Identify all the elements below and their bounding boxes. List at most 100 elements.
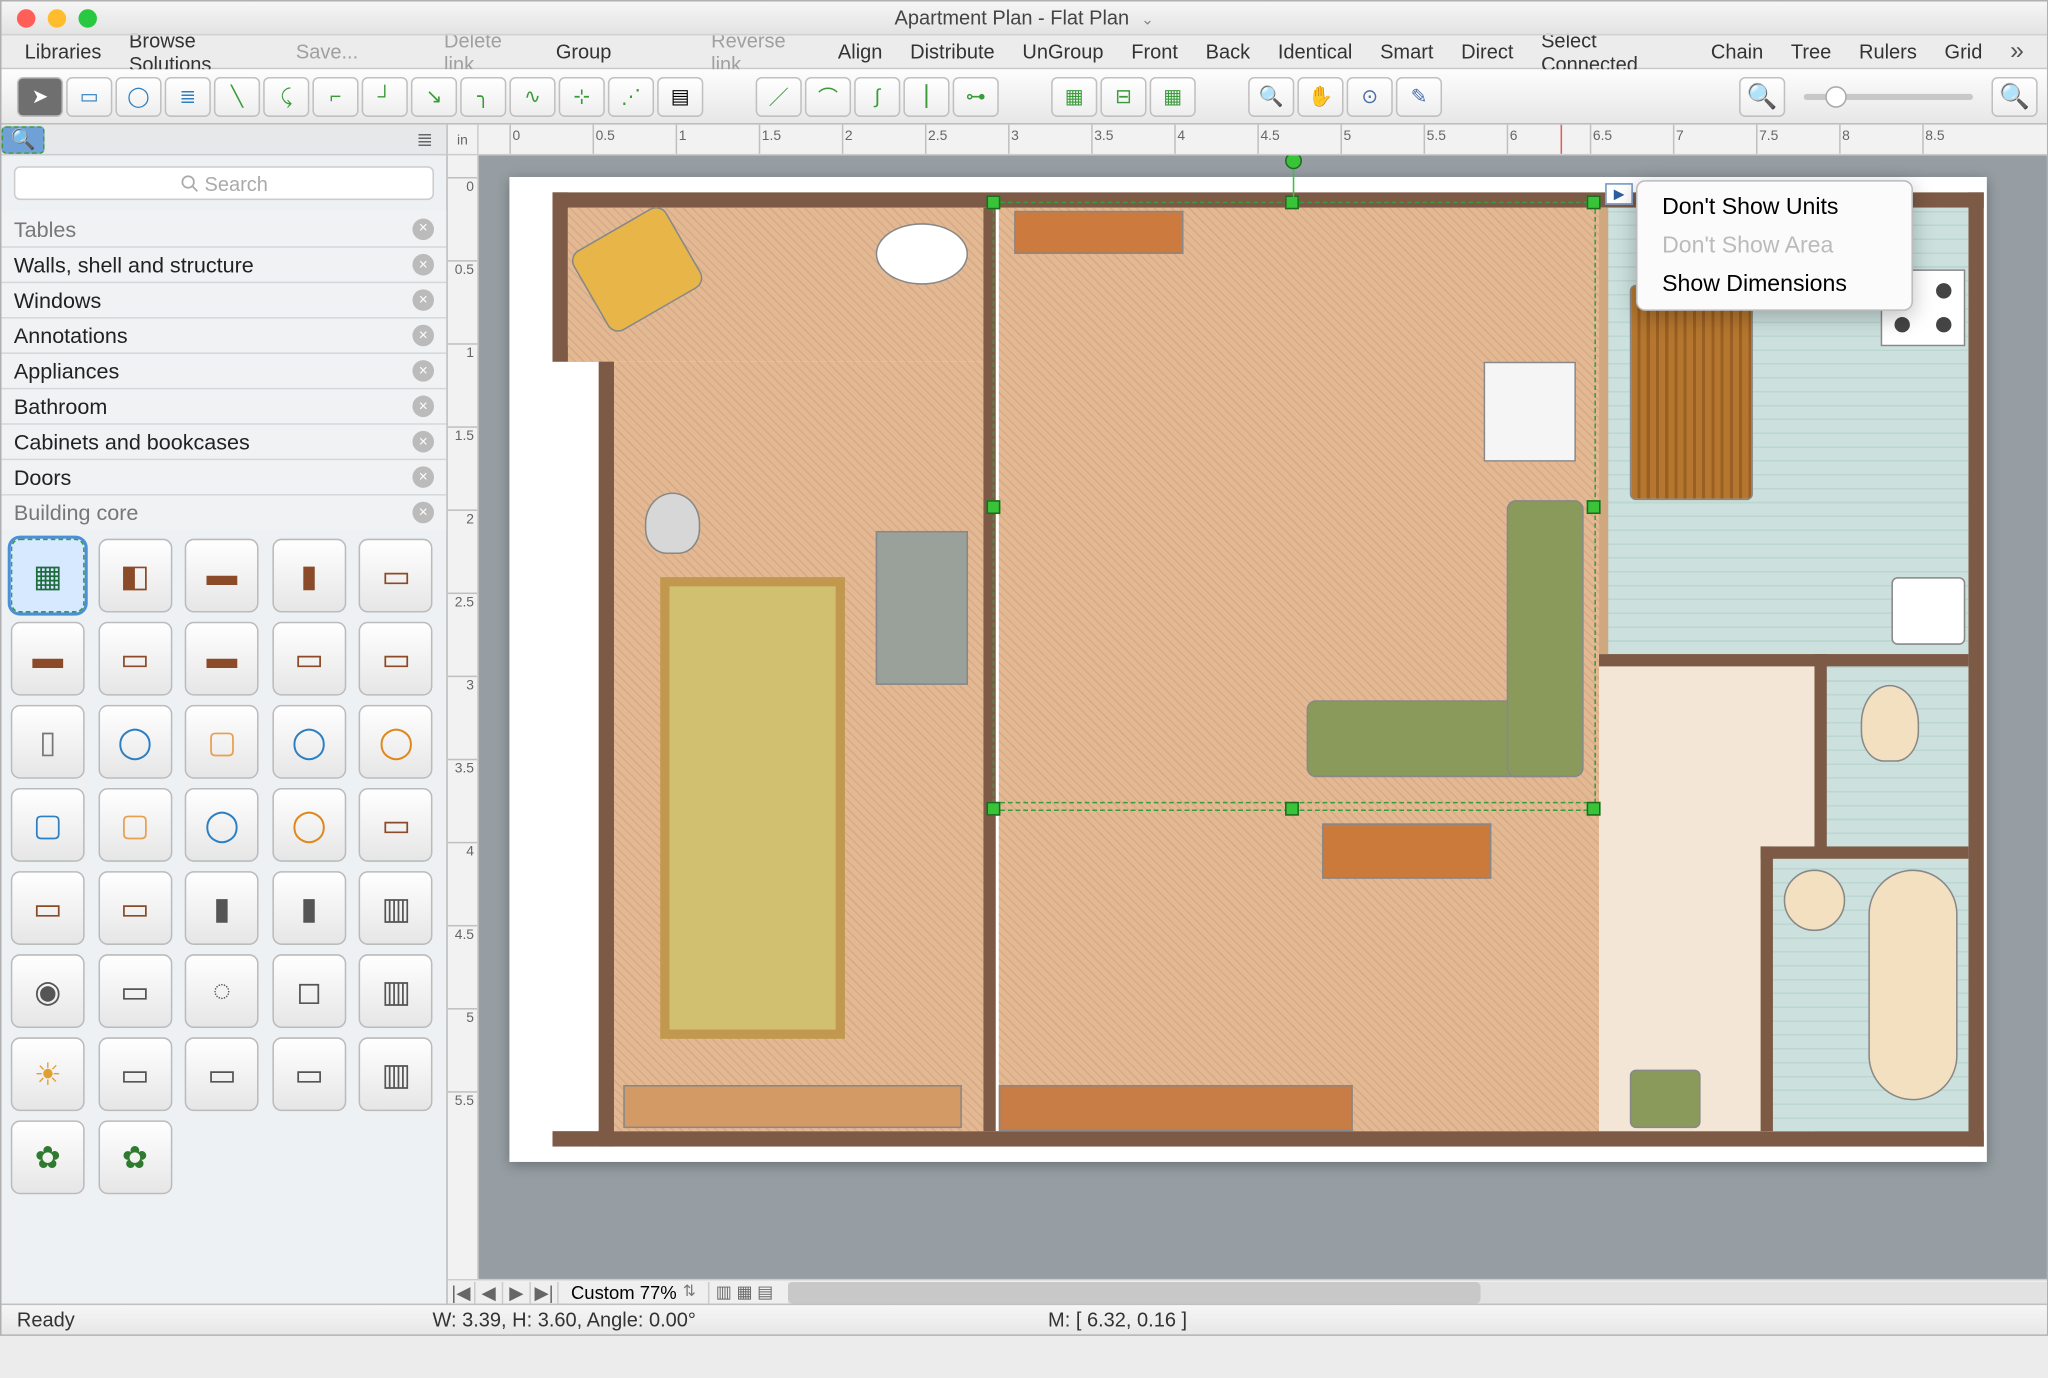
selection-handle[interactable] xyxy=(1285,195,1299,209)
conn-7[interactable]: ∿ xyxy=(509,76,555,116)
library-row[interactable]: Annotations× xyxy=(2,317,447,352)
next-page-button[interactable]: ▶ xyxy=(503,1281,531,1303)
menu-direct[interactable]: Direct xyxy=(1447,40,1527,63)
kitchen-sink[interactable] xyxy=(1891,577,1965,645)
close-icon[interactable]: × xyxy=(412,325,434,347)
rug[interactable] xyxy=(660,577,845,1039)
wall[interactable] xyxy=(599,346,614,1146)
selection-handle[interactable] xyxy=(1587,802,1601,816)
menu-item-dont-show-units[interactable]: Don't Show Units xyxy=(1637,188,1911,226)
horizontal-ruler[interactable]: 00.511.522.533.544.555.566.577.588.5 xyxy=(479,125,2047,154)
zoom-slider[interactable] xyxy=(1804,93,1973,99)
conn-3[interactable]: ⌐ xyxy=(312,76,358,116)
menu-distribute[interactable]: Distribute xyxy=(896,40,1008,63)
vertical-ruler[interactable]: 00.511.522.533.544.555.5 xyxy=(448,155,479,1278)
palette-item[interactable]: ▦ xyxy=(11,539,85,613)
palette-item[interactable]: ◯ xyxy=(98,705,172,779)
zoom-readout[interactable]: Custom 77% ⇅ xyxy=(559,1281,710,1303)
palette-item[interactable]: ▢ xyxy=(185,705,259,779)
dining-table[interactable] xyxy=(1630,285,1753,500)
branch-tool[interactable]: ⊶ xyxy=(953,76,999,116)
last-page-button[interactable]: ▶| xyxy=(531,1281,559,1303)
menu-chain[interactable]: Chain xyxy=(1697,40,1777,63)
zoom-btn[interactable]: 🔍 xyxy=(1248,76,1294,116)
library-row[interactable]: Doors× xyxy=(2,459,447,494)
wall[interactable] xyxy=(553,192,568,361)
close-icon[interactable]: × xyxy=(412,360,434,382)
view-mode-icons[interactable]: ▥ ▦ ▤ xyxy=(710,1282,780,1302)
align-btn[interactable]: ▦ xyxy=(1150,76,1196,116)
palette-item[interactable]: ▢ xyxy=(98,788,172,862)
smart-tag-button[interactable]: ▶ xyxy=(1605,183,1633,205)
palette-item[interactable]: ▥ xyxy=(359,954,433,1028)
bathroom-sink[interactable] xyxy=(1784,870,1846,932)
selection-handle[interactable] xyxy=(986,195,1000,209)
close-icon[interactable]: × xyxy=(412,502,434,524)
palette-item[interactable]: ▮ xyxy=(185,871,259,945)
pan-btn[interactable]: ✋ xyxy=(1297,76,1343,116)
palette-item[interactable]: ◧ xyxy=(98,539,172,613)
palette-item[interactable]: ◯ xyxy=(185,788,259,862)
palette-item[interactable]: ◻ xyxy=(272,954,346,1028)
group-btn[interactable]: ▦ xyxy=(1051,76,1097,116)
conn-8[interactable]: ⊹ xyxy=(559,76,605,116)
search-toggle-icon[interactable]: 🔍 xyxy=(2,125,45,153)
menu-back[interactable]: Back xyxy=(1192,40,1264,63)
conn-2[interactable]: ⤹ xyxy=(263,76,309,116)
close-icon[interactable]: × xyxy=(412,431,434,453)
first-page-button[interactable]: |◀ xyxy=(448,1281,476,1303)
palette-item[interactable]: ▭ xyxy=(11,871,85,945)
zoom-window-button[interactable] xyxy=(78,8,96,26)
viewport[interactable]: ▶ Don't Show Units Don't Show Area Show … xyxy=(479,155,2047,1278)
bathtub[interactable] xyxy=(1868,870,1957,1101)
library-row[interactable]: Walls, shell and structure× xyxy=(2,246,447,281)
wall[interactable] xyxy=(1968,192,1983,1146)
menu-smart[interactable]: Smart xyxy=(1366,40,1447,63)
overflow-icon[interactable]: » xyxy=(1996,38,2037,66)
sink-oval[interactable] xyxy=(876,223,968,285)
palette-item[interactable]: ▯ xyxy=(11,705,85,779)
palette-item[interactable]: ✿ xyxy=(11,1120,85,1194)
menu-ungroup[interactable]: UnGroup xyxy=(1009,40,1118,63)
menu-rulers[interactable]: Rulers xyxy=(1845,40,1931,63)
wall[interactable] xyxy=(1599,654,1968,666)
menu-item-show-dimensions[interactable]: Show Dimensions xyxy=(1637,265,1911,303)
line-tool[interactable]: ／ xyxy=(756,76,802,116)
stamp-btn[interactable]: ⊙ xyxy=(1347,76,1393,116)
palette-item[interactable]: ▮ xyxy=(272,539,346,613)
palette-item[interactable]: ▭ xyxy=(272,622,346,696)
wall[interactable] xyxy=(1761,846,1969,858)
palette-item[interactable]: ▭ xyxy=(98,871,172,945)
palette-item[interactable]: ☀ xyxy=(11,1037,85,1111)
wardrobe[interactable] xyxy=(876,531,968,685)
wall[interactable] xyxy=(553,1131,1984,1146)
menu-libraries[interactable]: Libraries xyxy=(11,40,115,63)
selection-handle[interactable] xyxy=(986,802,1000,816)
minimize-window-button[interactable] xyxy=(48,8,66,26)
palette-item[interactable]: ▭ xyxy=(359,622,433,696)
library-row[interactable]: Building core× xyxy=(2,494,447,529)
close-icon[interactable]: × xyxy=(412,254,434,276)
cabinets-row[interactable] xyxy=(999,1085,1353,1131)
h-scrollbar[interactable] xyxy=(789,1281,2047,1303)
menu-grid[interactable]: Grid xyxy=(1931,40,1997,63)
conn-5[interactable]: ↘ xyxy=(411,76,457,116)
palette-item[interactable]: ▢ xyxy=(11,788,85,862)
search-input[interactable]: Search xyxy=(14,166,434,200)
palette-item[interactable]: ▭ xyxy=(98,1037,172,1111)
window-title[interactable]: Apartment Plan - Flat Plan ⌄ xyxy=(895,6,1154,29)
palette-item[interactable]: ▥ xyxy=(359,871,433,945)
library-row[interactable]: Windows× xyxy=(2,282,447,317)
rect-tool[interactable]: ▭ xyxy=(66,76,112,116)
menu-front[interactable]: Front xyxy=(1117,40,1191,63)
palette-item[interactable]: ◯ xyxy=(272,788,346,862)
office-chair[interactable] xyxy=(645,492,700,554)
close-icon[interactable]: × xyxy=(412,466,434,488)
library-row[interactable]: Appliances× xyxy=(2,352,447,387)
library-row[interactable]: Bathroom× xyxy=(2,388,447,423)
rotate-handle[interactable] xyxy=(1285,155,1302,169)
close-icon[interactable]: × xyxy=(412,289,434,311)
wall[interactable] xyxy=(1814,654,1826,854)
toilet[interactable] xyxy=(1861,685,1919,762)
cabinets-row[interactable] xyxy=(623,1085,962,1128)
